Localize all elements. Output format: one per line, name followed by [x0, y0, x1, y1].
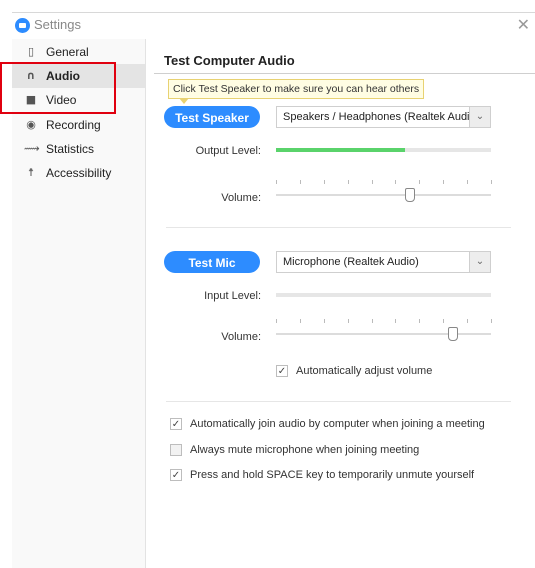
sidebar-item-label: Video: [46, 93, 77, 107]
slider-track: [276, 333, 491, 335]
test-speaker-tooltip: Click Test Speaker to make sure you can …: [168, 79, 425, 104]
chevron-down-icon[interactable]: ⌄: [469, 107, 490, 127]
sidebar-item-label: Audio: [46, 69, 80, 83]
record-icon: ◉: [26, 118, 36, 131]
general-icon: ▯: [27, 45, 35, 58]
slider-tick: [347, 319, 349, 323]
slider-thumb[interactable]: [405, 188, 416, 202]
slider-tick: [323, 319, 325, 323]
slider-ticks: [276, 180, 492, 186]
sidebar-item-audio[interactable]: ∩ Audio: [12, 64, 145, 88]
slider-tick: [491, 319, 492, 323]
slider-tick: [299, 319, 301, 323]
sidebar-item-statistics[interactable]: ⟿ Statistics: [12, 137, 145, 161]
statistics-icon: ⟿: [24, 142, 40, 155]
slider-tick: [419, 319, 421, 323]
speaker-volume-label: Volume:: [221, 192, 261, 204]
slider-tick: [395, 180, 397, 184]
output-level-label: Output Level:: [195, 145, 261, 157]
input-level-label: Input Level:: [204, 290, 261, 302]
slider-tick: [395, 319, 397, 323]
join-audio-label: Automatically join audio by computer whe…: [190, 418, 485, 430]
slider-tick: [347, 180, 349, 184]
slider-tick: [323, 180, 325, 184]
slider-tick: [443, 180, 445, 184]
mic-volume-slider[interactable]: [276, 319, 492, 341]
mute-mic-label: Always mute microphone when joining meet…: [190, 444, 420, 456]
microphone-select[interactable]: Microphone (Realtek Audio) ⌄: [276, 251, 491, 273]
output-level-fill: [276, 148, 405, 152]
slider-track: [276, 194, 491, 196]
sidebar-item-accessibility[interactable]: ☨ Accessibility: [12, 161, 145, 185]
section-divider: [166, 227, 511, 228]
section-title: Test Computer Audio: [164, 53, 295, 68]
slider-tick: [443, 319, 445, 323]
mic-volume-label: Volume:: [221, 331, 261, 343]
slider-tick: [467, 319, 469, 323]
zoom-app-icon: [15, 18, 30, 33]
section-divider: [154, 73, 535, 74]
slider-tick: [371, 180, 373, 184]
sidebar-item-general[interactable]: ▯ General: [12, 40, 145, 64]
auto-adjust-checkbox[interactable]: ✓: [276, 365, 288, 377]
section-divider: [166, 401, 511, 402]
input-level-meter: [276, 293, 491, 297]
sidebar-item-video[interactable]: ■ Video: [12, 88, 145, 112]
space-unmute-checkbox[interactable]: ✓: [170, 469, 182, 481]
slider-tick: [276, 319, 277, 323]
space-unmute-label: Press and hold SPACE key to temporarily …: [190, 469, 475, 481]
sidebar-item-recording[interactable]: ◉ Recording: [12, 113, 145, 137]
accessibility-icon: ☨: [28, 166, 34, 179]
audio-settings-panel: Test Computer Audio Click Test Speaker t…: [146, 39, 535, 568]
sidebar-item-label: Recording: [46, 118, 101, 132]
camera-icon: ■: [25, 93, 37, 106]
close-icon[interactable]: ✕: [517, 15, 530, 34]
slider-tick: [371, 319, 373, 323]
slider-tick: [276, 180, 277, 184]
speaker-select-value: Speakers / Headphones (Realtek Audio): [283, 111, 480, 123]
sidebar-item-label: General: [46, 45, 89, 59]
test-speaker-button[interactable]: Test Speaker: [164, 106, 260, 128]
chevron-down-icon[interactable]: ⌄: [469, 252, 490, 272]
speaker-volume-slider[interactable]: [276, 180, 492, 202]
speaker-select[interactable]: Speakers / Headphones (Realtek Audio) ⌄: [276, 106, 491, 128]
title-bar: Settings ✕: [12, 12, 535, 39]
test-mic-button[interactable]: Test Mic: [164, 251, 260, 273]
headphones-icon: ∩: [26, 69, 36, 82]
settings-sidebar: ▯ General ∩ Audio ■ Video ◉ Recording ⟿ …: [12, 39, 146, 568]
auto-adjust-label: Automatically adjust volume: [296, 365, 433, 377]
mute-mic-checkbox[interactable]: [170, 444, 182, 456]
slider-ticks: [276, 319, 492, 325]
output-level-meter: [276, 148, 491, 152]
window-title: Settings: [34, 17, 81, 32]
slider-tick: [419, 180, 421, 184]
slider-tick: [299, 180, 301, 184]
slider-tick: [491, 180, 492, 184]
microphone-select-value: Microphone (Realtek Audio): [283, 256, 419, 268]
slider-tick: [467, 180, 469, 184]
join-audio-checkbox[interactable]: ✓: [170, 418, 182, 430]
sidebar-item-label: Statistics: [46, 142, 95, 156]
sidebar-item-label: Accessibility: [46, 166, 112, 180]
slider-thumb[interactable]: [448, 327, 459, 341]
